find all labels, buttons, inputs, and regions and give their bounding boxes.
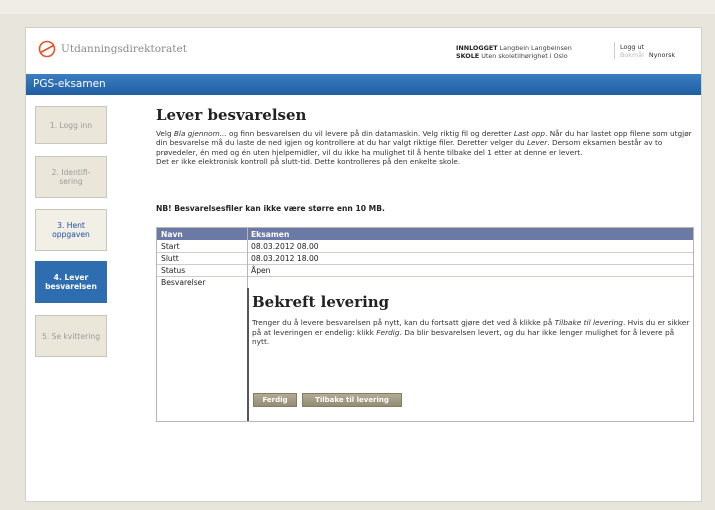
school-value: Uten skoletilhørighet i Oslo	[481, 52, 568, 60]
cell-label: Start	[161, 242, 180, 251]
logo-text: Utdanningsdirektoratet	[61, 43, 187, 55]
tilbake-til-levering-button[interactable]: Tilbake til levering	[302, 393, 402, 407]
page-title: Lever besvarelsen	[156, 106, 307, 124]
column-header: Eksamen	[251, 230, 290, 239]
cell-value: 08.03.2012 08.00	[251, 242, 319, 251]
header-divider	[614, 42, 615, 59]
step-lever-besvarelsen[interactable]: 4. Lever besvarelsen	[35, 261, 107, 303]
main-content: Lever besvarelsen Velg Bla gjennom... og…	[156, 106, 696, 422]
logged-in-name: Langbein Langbeinsen	[499, 44, 572, 52]
intro-emph: Bla gjennom...	[173, 129, 227, 138]
logo: Utdanningsdirektoratet	[38, 40, 187, 58]
cell-value: Åpen	[251, 266, 271, 275]
intro-part: Velg	[156, 129, 174, 138]
header-links: Logg ut Bokmål Nynorsk	[620, 43, 675, 59]
cell-value: 08.03.2012 18.00	[251, 254, 319, 263]
udir-logo-icon	[38, 40, 56, 58]
step-logg-inn[interactable]: 1. Logg inn	[35, 106, 107, 144]
browser-top-strip	[0, 0, 715, 14]
step-identifisering[interactable]: 2. Identifi-sering	[35, 156, 107, 198]
header: Utdanningsdirektoratet INNLOGGET Langbei…	[26, 28, 701, 73]
logout-link[interactable]: Logg ut	[620, 43, 675, 51]
lang-nynorsk-link[interactable]: Nynorsk	[649, 51, 675, 59]
file-size-warning: NB! Besvarelsesfiler kan ikke være størr…	[156, 204, 385, 213]
step-label: 5. Se kvittering	[41, 331, 101, 341]
column-divider-thick	[247, 288, 249, 421]
confirm-panel: Bekreft levering Trenger du å levere bes…	[252, 293, 692, 407]
school-label: SKOLE	[456, 52, 480, 60]
app-title-bar: PGS-eksamen	[26, 74, 701, 95]
cell-label: Besvarelser	[161, 278, 206, 287]
app-title: PGS-eksamen	[33, 78, 106, 90]
confirm-emph: Tilbake til levering	[554, 318, 623, 327]
confirm-emph: Ferdig	[376, 327, 400, 337]
step-label: 1. Logg inn	[49, 120, 93, 130]
column-header: Navn	[161, 230, 183, 239]
exam-table: Navn Eksamen Start 08.03.2012 08.00 Slut…	[156, 227, 694, 422]
step-label: 4. Lever besvarelsen	[45, 273, 97, 291]
step-label: 3. Hent oppgaven	[52, 221, 90, 239]
intro-part: Det er ikke elektronisk kontroll på slut…	[156, 157, 461, 167]
confirm-text: Trenger du å levere besvarelsen på nytt,…	[252, 318, 692, 347]
step-se-kvittering[interactable]: 5. Se kvittering	[35, 315, 107, 357]
logged-in-label: INNLOGGET	[456, 44, 498, 52]
language-switch: Bokmål Nynorsk	[620, 51, 675, 59]
intro-part: og finn besvarelsen du vil levere på din…	[226, 129, 514, 138]
page-container: Utdanningsdirektoratet INNLOGGET Langbei…	[25, 27, 702, 502]
cell-label: Status	[161, 266, 186, 275]
table-row: Besvarelser	[157, 276, 693, 288]
table-header-row: Navn Eksamen	[157, 228, 693, 240]
step-hent-oppgaven[interactable]: 3. Hent oppgaven	[35, 209, 107, 251]
confirm-title: Bekreft levering	[252, 293, 390, 311]
ferdig-button[interactable]: Ferdig	[253, 393, 297, 407]
cell-label: Slutt	[161, 254, 179, 263]
confirm-part: Trenger du å levere besvarelsen på nytt,…	[252, 318, 555, 327]
intro-text: Velg Bla gjennom... og finn besvarelsen …	[156, 129, 694, 167]
intro-emph: Lever	[526, 138, 548, 148]
lang-bokmal-link[interactable]: Bokmål	[620, 51, 644, 59]
login-info: INNLOGGET Langbein Langbeinsen SKOLE Ute…	[456, 44, 572, 60]
step-label: 2. Identifi-sering	[51, 168, 91, 186]
intro-emph: Last opp	[513, 129, 546, 138]
